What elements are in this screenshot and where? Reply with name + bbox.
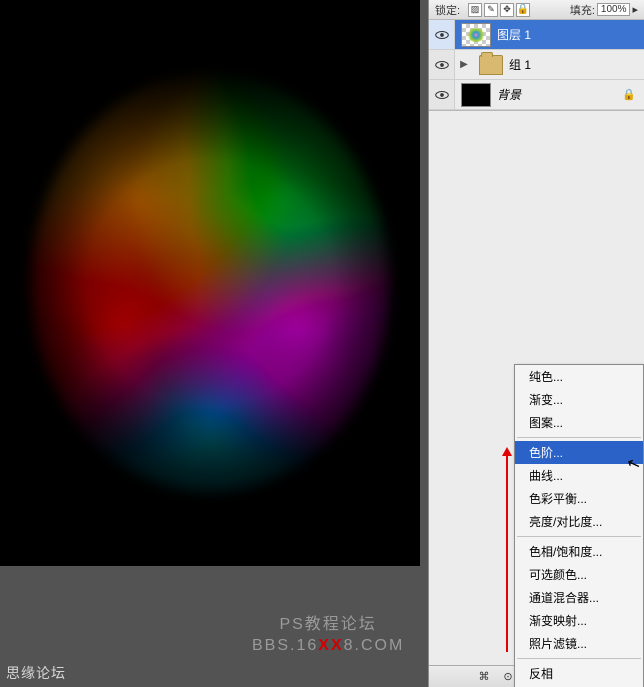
adjustment-menu-item[interactable]: 纯色... — [515, 365, 643, 388]
lock-position-button[interactable]: ✥ — [500, 3, 514, 17]
layer-row-background[interactable]: 背景 🔒 — [429, 80, 644, 110]
layer-name[interactable]: 组 1 — [509, 56, 531, 73]
adjustment-menu-item[interactable]: 反相 — [515, 662, 643, 685]
eye-icon — [435, 30, 449, 40]
link-icon[interactable]: ⌘ — [476, 669, 492, 685]
watermark-line2: BBS.16XX8.COM — [252, 635, 404, 657]
group-expand-arrow[interactable]: ▶ — [455, 59, 473, 70]
folder-icon — [479, 55, 503, 75]
layer-name[interactable]: 图层 1 — [497, 26, 531, 43]
layer-thumbnail[interactable] — [461, 83, 491, 107]
lock-icon: 🔒 — [622, 88, 636, 101]
adjustment-menu-item[interactable]: 色彩平衡... — [515, 487, 643, 510]
watermark-right: PS教程论坛 BBS.16XX8.COM — [252, 614, 404, 657]
adjustment-menu-item[interactable]: 亮度/对比度... — [515, 510, 643, 533]
menu-separator — [517, 437, 641, 438]
annotation-arrow — [506, 450, 508, 652]
layer-rows: 图层 1 ▶ 组 1 背景 🔒 — [429, 20, 644, 111]
menu-separator — [517, 536, 641, 537]
adjustment-menu-item[interactable]: 渐变映射... — [515, 609, 643, 632]
adjustment-menu-item[interactable]: 曲线... — [515, 464, 643, 487]
eye-icon — [435, 90, 449, 100]
artwork-vignette — [0, 0, 420, 566]
adjustment-menu-item[interactable]: 色阶... — [515, 441, 643, 464]
adjustment-menu-item[interactable]: 可选颜色... — [515, 563, 643, 586]
adjustment-menu: 纯色...渐变...图案... 色阶...曲线...色彩平衡...亮度/对比度..… — [514, 364, 644, 687]
visibility-toggle[interactable] — [429, 20, 455, 49]
layer-row-group1[interactable]: ▶ 组 1 — [429, 50, 644, 80]
fill-value[interactable]: 100% — [597, 3, 631, 16]
adjustment-menu-item[interactable]: 通道混合器... — [515, 586, 643, 609]
layer-name[interactable]: 背景 — [497, 86, 521, 103]
fill-dropdown-icon[interactable]: ▸ — [632, 3, 638, 16]
lock-transparency-button[interactable]: ▨ — [468, 3, 482, 17]
visibility-toggle[interactable] — [429, 50, 455, 79]
adjustment-menu-item[interactable]: 图案... — [515, 411, 643, 434]
menu-separator — [517, 658, 641, 659]
watermark-line1: PS教程论坛 — [252, 614, 404, 636]
canvas-area[interactable] — [0, 0, 420, 566]
layer-row-layer1[interactable]: 图层 1 — [429, 20, 644, 50]
lock-pixels-button[interactable]: ✎ — [484, 3, 498, 17]
eye-icon — [435, 60, 449, 70]
lock-all-button[interactable]: 🔒 — [516, 3, 530, 17]
lock-label: 锁定: — [435, 2, 460, 18]
layers-panel-header: 锁定: ▨ ✎ ✥ 🔒 填充: 100% ▸ — [429, 0, 644, 20]
fill-label: 填充: — [570, 2, 595, 18]
visibility-toggle[interactable] — [429, 80, 455, 109]
adjustment-menu-item[interactable]: 渐变... — [515, 388, 643, 411]
watermark-left: 思缘论坛 — [6, 663, 66, 683]
layer-thumbnail[interactable] — [461, 23, 491, 47]
adjustment-menu-item[interactable]: 照片滤镜... — [515, 632, 643, 655]
adjustment-menu-item[interactable]: 色相/饱和度... — [515, 540, 643, 563]
